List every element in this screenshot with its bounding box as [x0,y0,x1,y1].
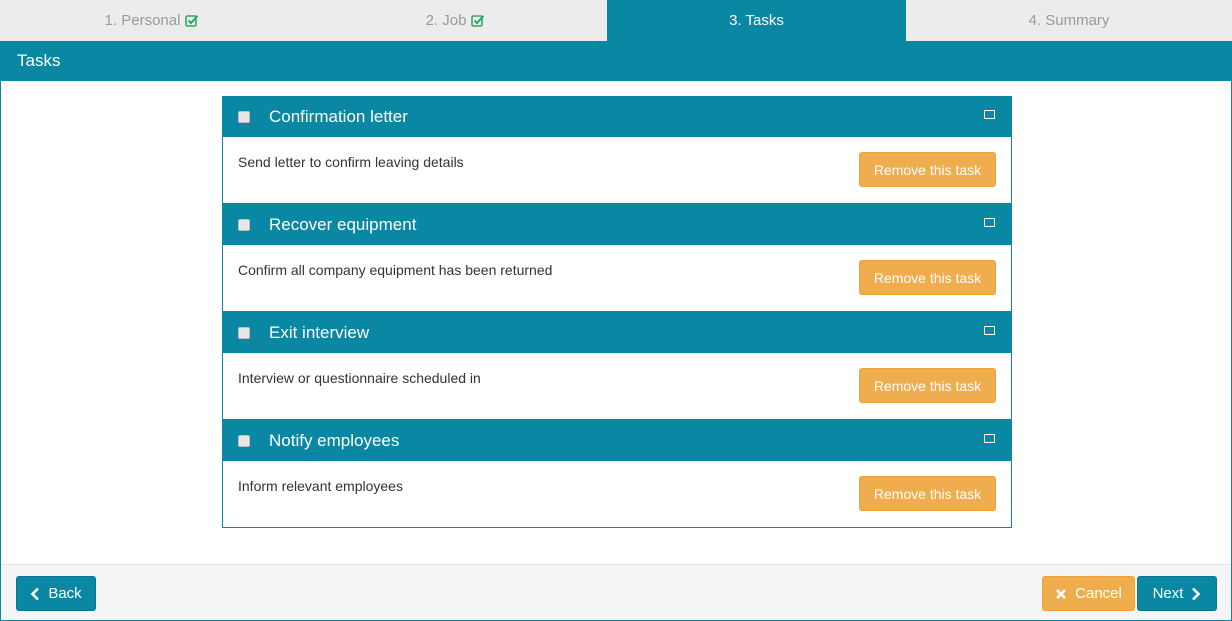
chevron-left-icon [30,587,40,600]
wizard-footer: Back Cancel Next [1,564,1231,620]
tasks-panel: Tasks Confirmation letter Send letter to… [0,41,1232,621]
task-card: Recover equipment Confirm all company eq… [222,204,1012,312]
window-maximize-icon[interactable] [984,218,995,227]
task-checkbox[interactable] [238,434,250,447]
task-checkbox[interactable] [238,110,250,123]
task-description: Inform relevant employees [238,478,403,494]
task-header: Recover equipment [223,204,1011,245]
check-square-icon [185,14,199,27]
task-title: Recover equipment [269,214,417,234]
back-button[interactable]: Back [16,576,96,611]
step-label: 2. Job [425,12,467,29]
task-checkbox[interactable] [238,218,250,231]
cancel-button[interactable]: Cancel [1042,576,1135,611]
next-label: Next [1152,585,1184,602]
remove-task-button[interactable]: Remove this task [859,368,996,403]
step-summary[interactable]: 4. Summary [906,0,1232,41]
remove-task-button[interactable]: Remove this task [859,476,996,511]
step-label: 4. Summary [1028,12,1110,29]
task-header: Confirmation letter [223,96,1011,137]
task-description: Interview or questionnaire scheduled in [238,370,481,386]
task-description: Confirm all company equipment has been r… [238,262,553,278]
wizard-steps: 1. Personal 2. Job 3. Tasks 4. Summary [0,0,1232,41]
remove-task-button[interactable]: Remove this task [859,260,996,295]
task-body: Send letter to confirm leaving details R… [223,137,1011,203]
window-maximize-icon[interactable] [984,434,995,443]
task-body: Confirm all company equipment has been r… [223,245,1011,311]
task-title: Notify employees [269,430,400,450]
step-tasks[interactable]: 3. Tasks [607,0,906,41]
window-maximize-icon[interactable] [984,110,995,119]
step-job[interactable]: 2. Job [304,0,607,41]
task-title: Confirmation letter [269,106,408,126]
back-label: Back [48,585,82,602]
step-label: 1. Personal [104,12,181,29]
step-personal[interactable]: 1. Personal [0,0,304,41]
step-label: 3. Tasks [729,12,784,29]
task-body: Interview or questionnaire scheduled in … [223,353,1011,419]
task-header: Notify employees [223,420,1011,461]
task-card: Exit interview Interview or questionnair… [222,312,1012,420]
task-list: Confirmation letter Send letter to confi… [222,96,1012,528]
task-header: Exit interview [223,312,1011,353]
task-checkbox[interactable] [238,326,250,339]
window-maximize-icon[interactable] [984,326,995,335]
panel-title: Tasks [17,51,61,70]
next-button[interactable]: Next [1137,576,1217,611]
task-title: Exit interview [269,322,370,342]
task-description: Send letter to confirm leaving details [238,154,464,170]
task-body: Inform relevant employees Remove this ta… [223,461,1011,527]
task-card: Confirmation letter Send letter to confi… [222,96,1012,204]
check-square-icon [471,14,485,27]
remove-task-button[interactable]: Remove this task [859,152,996,187]
times-icon [1056,588,1067,599]
cancel-label: Cancel [1075,585,1122,602]
task-card: Notify employees Inform relevant employe… [222,420,1012,528]
panel-header: Tasks [1,41,1231,81]
chevron-right-icon [1192,587,1201,600]
